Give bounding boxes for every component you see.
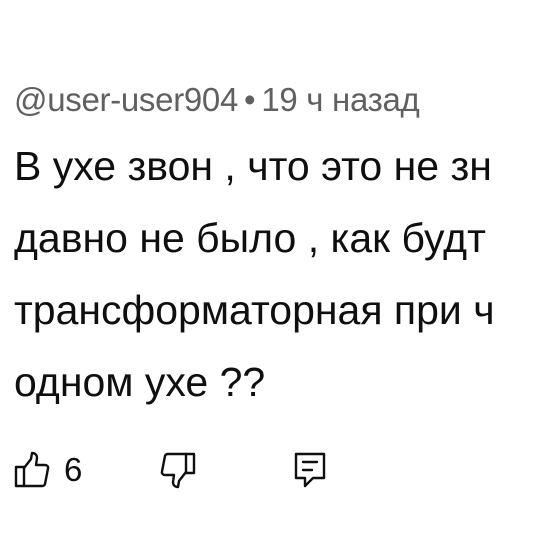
comment-text-line: В ухе звон , что это не зн (14, 143, 492, 189)
like-button[interactable] (14, 442, 62, 498)
reply-comment-icon (293, 451, 327, 489)
thumbs-down-icon (160, 451, 196, 489)
comment-text: В ухе звон , что это не зн давно не было… (14, 130, 560, 418)
comment-actions: 6 (14, 442, 334, 498)
comment-text-line: одном ухе ?? (14, 359, 266, 405)
comment-text-line: трансформаторная при ч (14, 287, 495, 333)
thumbs-up-icon (14, 451, 50, 489)
reply-button[interactable] (286, 442, 334, 498)
comment-meta: @user-user904 • 19 ч назад (14, 78, 560, 122)
dislike-button[interactable] (154, 442, 202, 498)
comment: @user-user904 • 19 ч назад В ухе звон , чт… (14, 78, 560, 418)
comment-author[interactable]: @user-user904 (14, 81, 238, 118)
comment-timestamp[interactable]: 19 ч назад (261, 81, 419, 118)
comment-text-line: давно не было , как будт (14, 215, 486, 261)
like-count: 6 (64, 451, 83, 488)
meta-separator: • (244, 81, 256, 118)
